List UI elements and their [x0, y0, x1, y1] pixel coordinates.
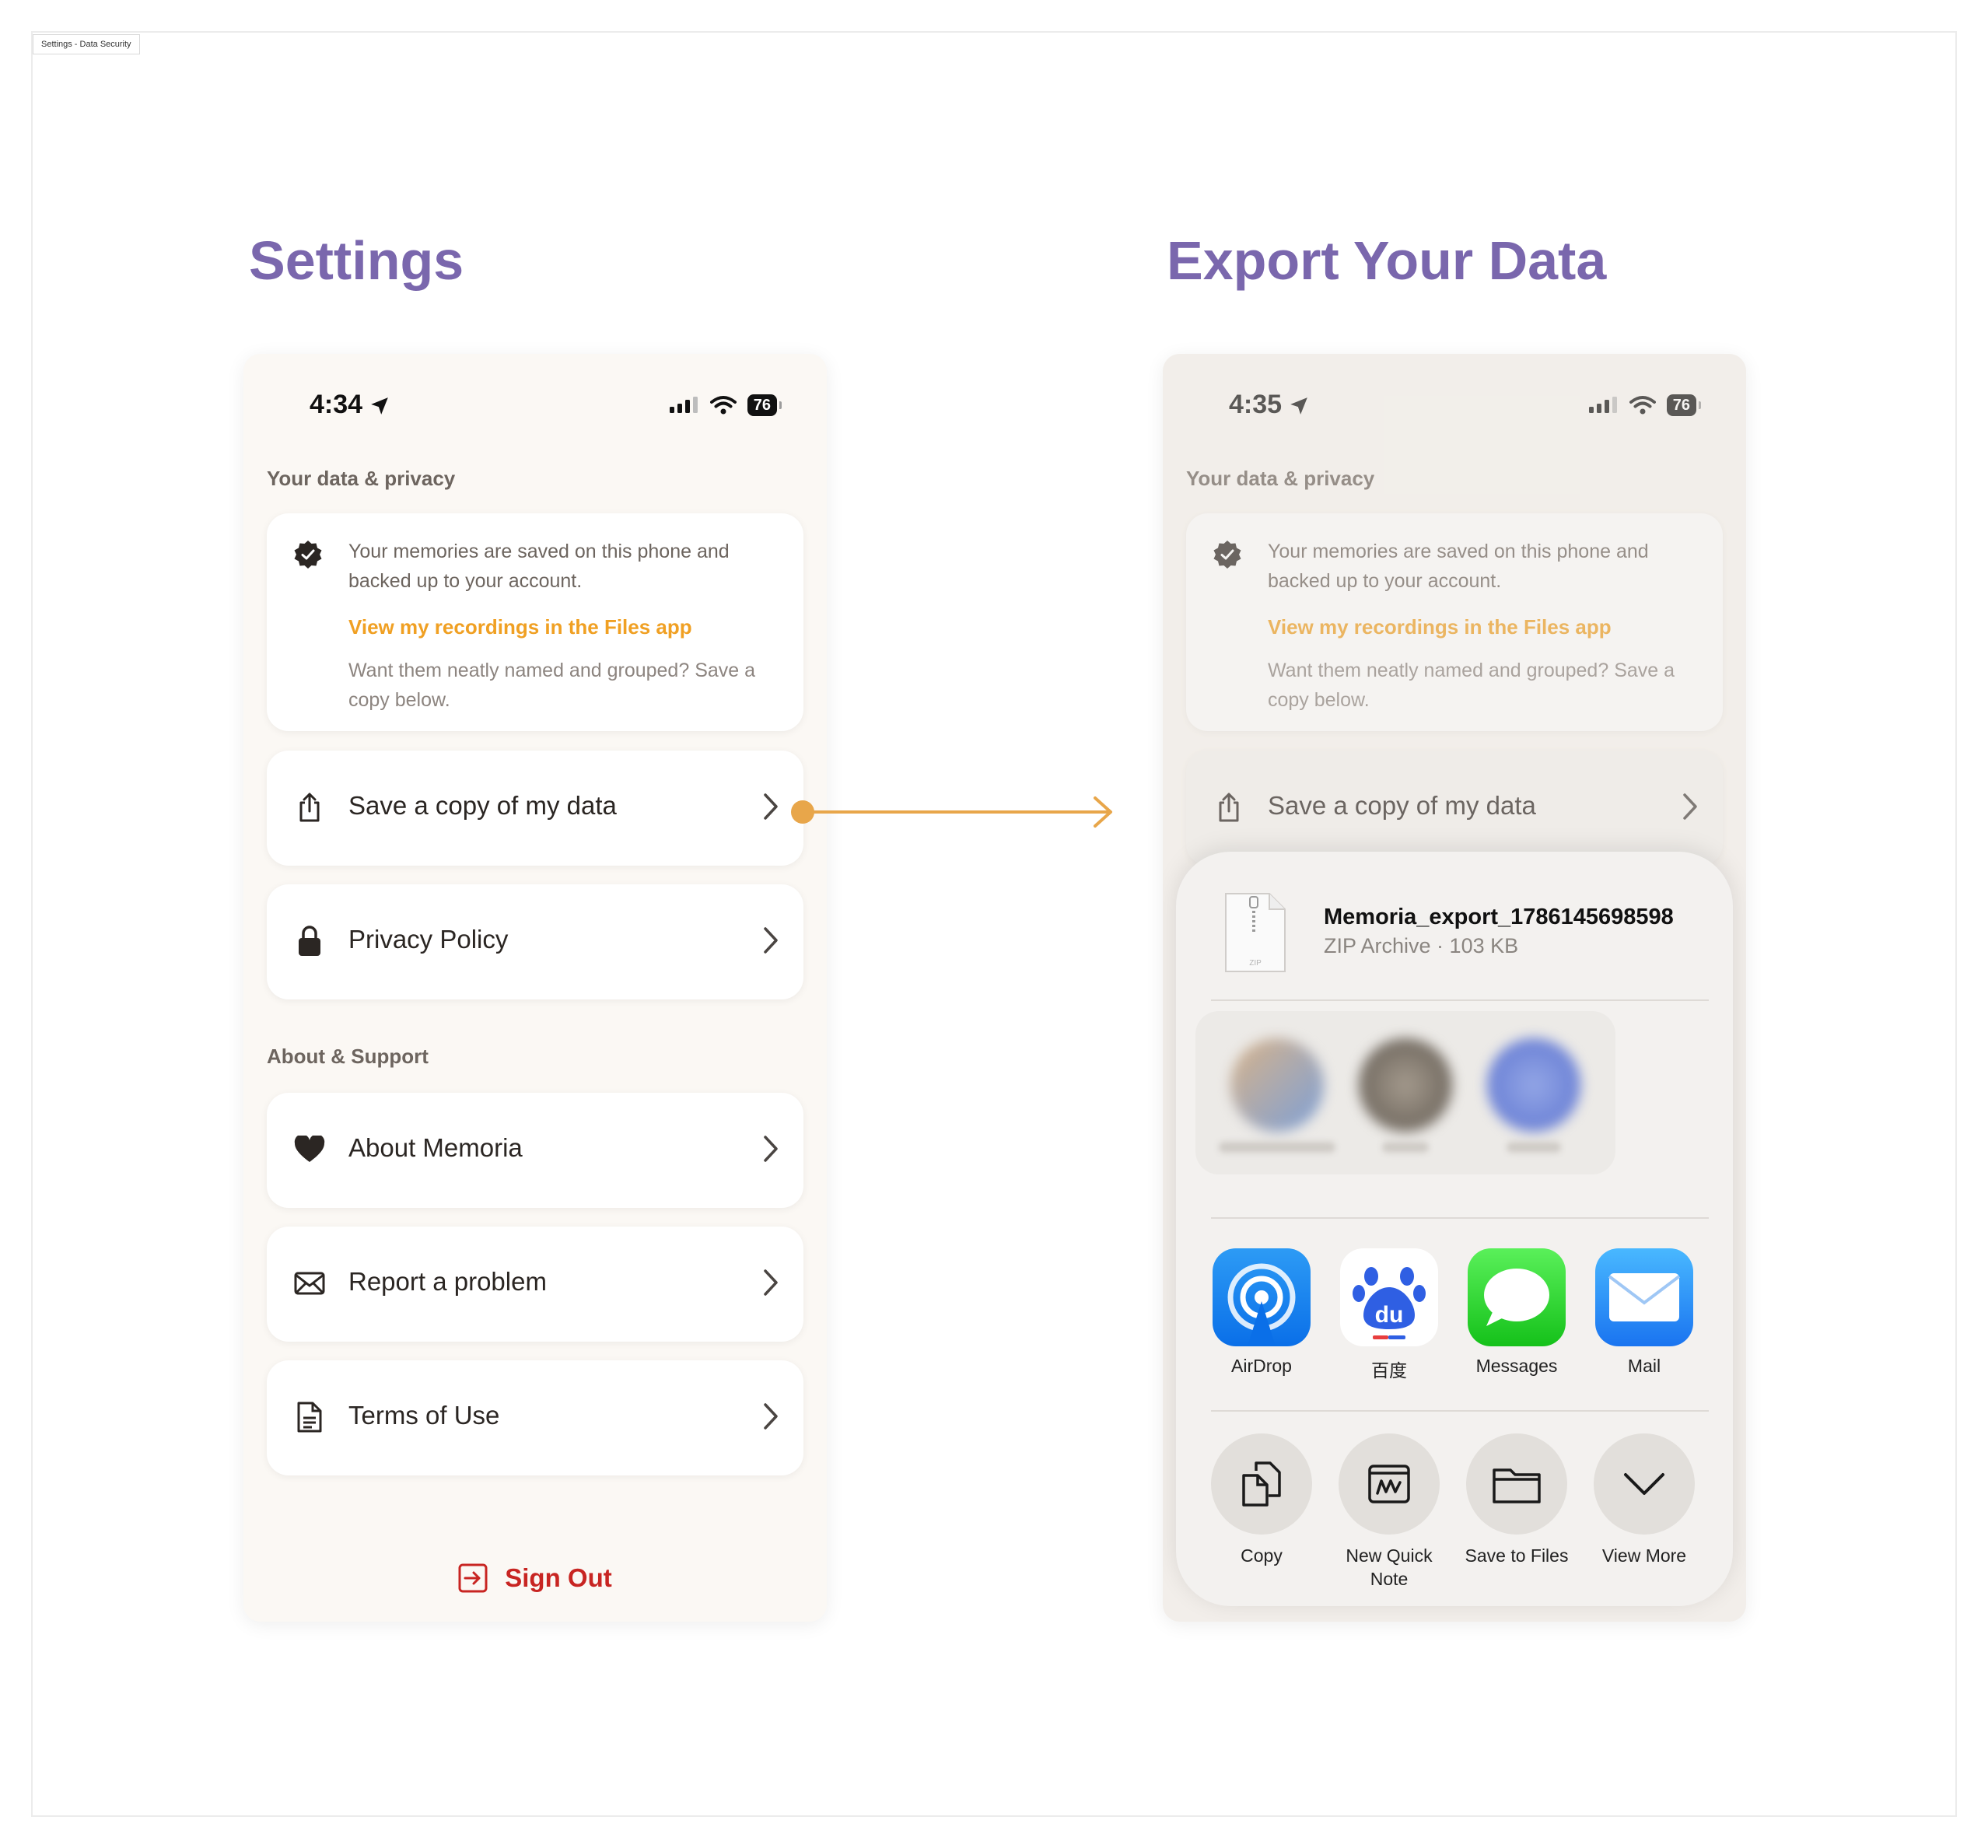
view-more-action[interactable]: View More — [1586, 1433, 1703, 1567]
action-label: View More — [1601, 1545, 1687, 1566]
contact-avatar[interactable] — [1230, 1038, 1324, 1132]
action-label: New Quick Note — [1346, 1545, 1433, 1589]
airdrop-app[interactable]: AirDrop — [1211, 1248, 1312, 1377]
divider — [1211, 1217, 1709, 1219]
divider — [1211, 999, 1709, 1001]
zip-file-icon: ZIP — [1225, 893, 1286, 972]
export-screen: 4:35 76 Your data & privacy Your memorie… — [1163, 354, 1746, 1622]
document-icon — [290, 1398, 329, 1437]
chevron-down-icon — [1594, 1433, 1695, 1535]
action-label: Save to Files — [1465, 1545, 1569, 1566]
file-preview-row: ZIP Memoria_export_1786145698598 ZIP Arc… — [1176, 852, 1733, 999]
info-subtext: Want them neatly named and grouped? Save… — [348, 660, 756, 711]
heart-icon — [290, 1130, 329, 1169]
terms-row[interactable]: Terms of Use — [267, 1360, 803, 1475]
about-label: About Memoria — [348, 1133, 523, 1162]
quick-note-icon — [1339, 1433, 1440, 1535]
status-time: 4:34 — [310, 390, 363, 419]
save-copy-row[interactable]: Save a copy of my data — [267, 751, 803, 866]
location-arrow-icon — [371, 397, 388, 415]
privacy-policy-label: Privacy Policy — [348, 925, 509, 954]
save-to-files-action[interactable]: Save to Files — [1458, 1433, 1575, 1567]
privacy-policy-row[interactable]: Privacy Policy — [267, 884, 803, 999]
chevron-right-icon — [764, 1269, 778, 1296]
files-app-link[interactable]: View my recordings in the Files app — [348, 615, 692, 639]
contact-name — [1219, 1142, 1335, 1153]
artboard-label: Settings - Data Security — [33, 34, 140, 54]
app-label: Messages — [1475, 1356, 1558, 1376]
contact-name — [1382, 1142, 1429, 1153]
folder-icon — [1466, 1433, 1567, 1535]
chevron-right-icon — [764, 1136, 778, 1162]
zip-icon-label: ZIP — [1249, 959, 1262, 968]
messages-app[interactable]: Messages — [1466, 1248, 1567, 1377]
app-label: Mail — [1627, 1356, 1661, 1376]
report-problem-row[interactable]: Report a problem — [267, 1227, 803, 1342]
info-card: Your memories are saved on this phone an… — [267, 513, 803, 731]
contact-avatar[interactable] — [1359, 1038, 1452, 1132]
section-privacy-label: Your data & privacy — [267, 467, 456, 490]
terms-label: Terms of Use — [348, 1401, 500, 1430]
share-actions-row: Copy New Quick Note Save to Files View M… — [1211, 1433, 1733, 1605]
chevron-right-icon — [764, 1403, 778, 1430]
report-problem-label: Report a problem — [348, 1267, 547, 1296]
app-label: 百度 — [1371, 1360, 1407, 1381]
save-copy-label: Save a copy of my data — [348, 791, 617, 820]
settings-heading: Settings — [249, 230, 464, 291]
action-label: Copy — [1241, 1545, 1283, 1566]
copy-icon — [1211, 1433, 1312, 1535]
file-meta: ZIP Archive · 103 KB — [1324, 934, 1519, 957]
battery-indicator: 76 — [747, 394, 782, 416]
cellular-signal-icon — [669, 397, 698, 413]
quick-note-action[interactable]: New Quick Note — [1331, 1433, 1447, 1591]
export-heading: Export Your Data — [1167, 230, 1607, 291]
svg-text:du: du — [1375, 1302, 1404, 1328]
messages-bubble-icon — [1468, 1248, 1566, 1346]
settings-screen: 4:34 76 Your data & privacy Your memorie… — [243, 354, 827, 1622]
sign-out-button[interactable]: Sign Out — [243, 1563, 827, 1593]
contact-avatar[interactable] — [1487, 1038, 1580, 1132]
about-row[interactable]: About Memoria — [267, 1093, 803, 1208]
wifi-icon — [709, 396, 737, 415]
share-icon — [290, 788, 329, 827]
file-name: Memoria_export_1786145698598 — [1324, 905, 1674, 929]
baidu-app[interactable]: du 百度 — [1339, 1248, 1440, 1382]
lock-icon — [290, 922, 329, 961]
airdrop-icon — [1213, 1248, 1311, 1346]
share-apps-row: AirDrop du 百度 Messages Mail — [1211, 1248, 1733, 1381]
section-support-label: About & Support — [267, 1045, 429, 1068]
copy-action[interactable]: Copy — [1203, 1433, 1320, 1567]
flow-connector-arrow — [791, 796, 1112, 828]
status-icons: 76 — [669, 394, 782, 416]
verified-badge-icon — [294, 541, 322, 569]
chevron-right-icon — [764, 793, 778, 820]
baidu-paw-icon: du — [1340, 1248, 1438, 1346]
app-label: AirDrop — [1231, 1356, 1292, 1376]
mail-app[interactable]: Mail — [1594, 1248, 1695, 1377]
chevron-right-icon — [764, 927, 778, 954]
mail-envelope-icon — [1595, 1248, 1693, 1346]
info-text: Your memories are saved on this phone an… — [348, 541, 730, 592]
sign-out-label: Sign Out — [505, 1563, 612, 1592]
suggested-contacts-row[interactable] — [1195, 1011, 1615, 1174]
contact-name — [1507, 1142, 1561, 1153]
envelope-icon — [290, 1264, 329, 1303]
divider — [1211, 1410, 1709, 1412]
sign-out-icon — [458, 1563, 488, 1593]
status-bar: 4:34 76 — [243, 385, 827, 432]
share-sheet: ZIP Memoria_export_1786145698598 ZIP Arc… — [1176, 852, 1733, 1606]
